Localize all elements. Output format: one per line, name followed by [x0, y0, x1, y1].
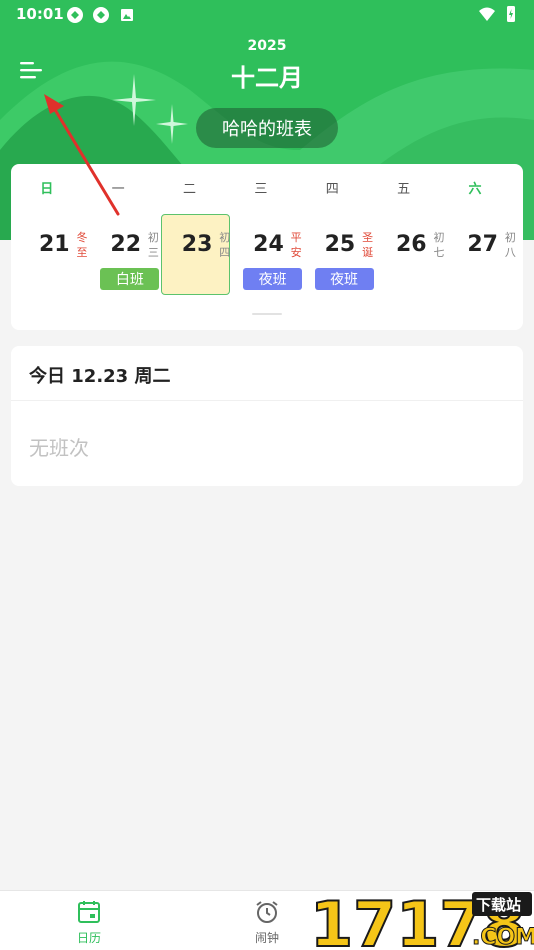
status-bar: 10:01: [0, 0, 534, 28]
day-number: 27: [467, 232, 498, 257]
weekday-sun: 日: [40, 182, 54, 197]
app-notification-icon: [67, 7, 83, 23]
today-card: 今日 12.23 周二 无班次: [11, 346, 523, 486]
watermark-domain: .COM: [472, 925, 534, 950]
days-row: 21 冬至 22 初三 白班 23 初四 24 平安 夜班 25 圣诞 夜班 2…: [17, 214, 517, 296]
calendar-icon: [78, 901, 100, 923]
shift-tag-night: 夜班: [243, 268, 303, 290]
status-time: 10:01: [16, 5, 64, 23]
site-watermark-logo: 17178 下载站 .COM: [309, 887, 534, 950]
weekday-header-row: 日 一 二 三 四 五 六: [11, 178, 523, 198]
lunar-label: 平安: [290, 231, 302, 259]
lunar-label: 圣诞: [362, 231, 374, 259]
day-cell-25[interactable]: 25 圣诞 夜班: [303, 214, 374, 296]
day-number: 25: [324, 232, 356, 257]
day-number: 26: [395, 232, 427, 257]
shift-tag-night: 夜班: [314, 268, 374, 290]
day-cell-23[interactable]: 23 初四: [160, 214, 231, 296]
day-cell-21[interactable]: 21 冬至: [17, 214, 88, 296]
day-cell-22[interactable]: 22 初三 白班: [88, 214, 160, 296]
day-cell-27[interactable]: 27 初八: [445, 214, 516, 296]
day-number: 21: [39, 232, 70, 257]
day-cell-26[interactable]: 26 初七: [374, 214, 445, 296]
nav-alarm[interactable]: 闹钟: [237, 899, 297, 949]
battery-icon: [507, 6, 515, 22]
weekday-sat: 六: [468, 182, 482, 197]
nav-alarm-label: 闹钟: [254, 931, 279, 945]
app-notification-icon: [93, 7, 109, 23]
year-label: 2025: [247, 38, 287, 54]
watermark-badge: 下载站: [476, 896, 521, 914]
alarm-clock-icon: [256, 901, 278, 923]
lunar-label: 冬至: [76, 231, 88, 259]
weekday-fri: 五: [397, 182, 411, 197]
expand-drag-handle[interactable]: [252, 313, 282, 315]
sparkle-decoration: [112, 74, 156, 126]
week-calendar-card: 日 一 二 三 四 五 六 21 冬至 22 初三 白班 23 初四 24 平安…: [11, 164, 523, 330]
lunar-label: 初七: [433, 231, 445, 259]
no-shift-text: 无班次: [29, 436, 89, 460]
shift-tag-day: 白班: [100, 268, 160, 290]
weekday-thu: 四: [325, 182, 339, 197]
day-cell-24[interactable]: 24 平安 夜班: [231, 214, 303, 296]
month-title[interactable]: 十二月: [0, 58, 534, 93]
nav-calendar[interactable]: 日历: [59, 899, 119, 949]
divider: [11, 400, 523, 401]
lunar-label: 初八: [504, 231, 516, 259]
weekday-wed: 三: [254, 182, 268, 197]
day-number: 24: [253, 232, 284, 257]
today-title: 今日 12.23 周二: [29, 366, 171, 387]
sparkle-decoration: [156, 104, 188, 144]
image-notification-icon: [121, 9, 133, 21]
day-number: 23: [181, 232, 213, 257]
lunar-label: 初四: [219, 231, 231, 259]
weekday-tue: 二: [182, 182, 196, 197]
wifi-icon: [479, 7, 495, 21]
day-number: 22: [110, 232, 142, 257]
weekday-mon: 一: [111, 182, 125, 197]
schedule-name-chip[interactable]: 哈哈的班表: [196, 108, 338, 148]
lunar-label: 初三: [147, 231, 159, 259]
nav-calendar-label: 日历: [76, 931, 101, 945]
